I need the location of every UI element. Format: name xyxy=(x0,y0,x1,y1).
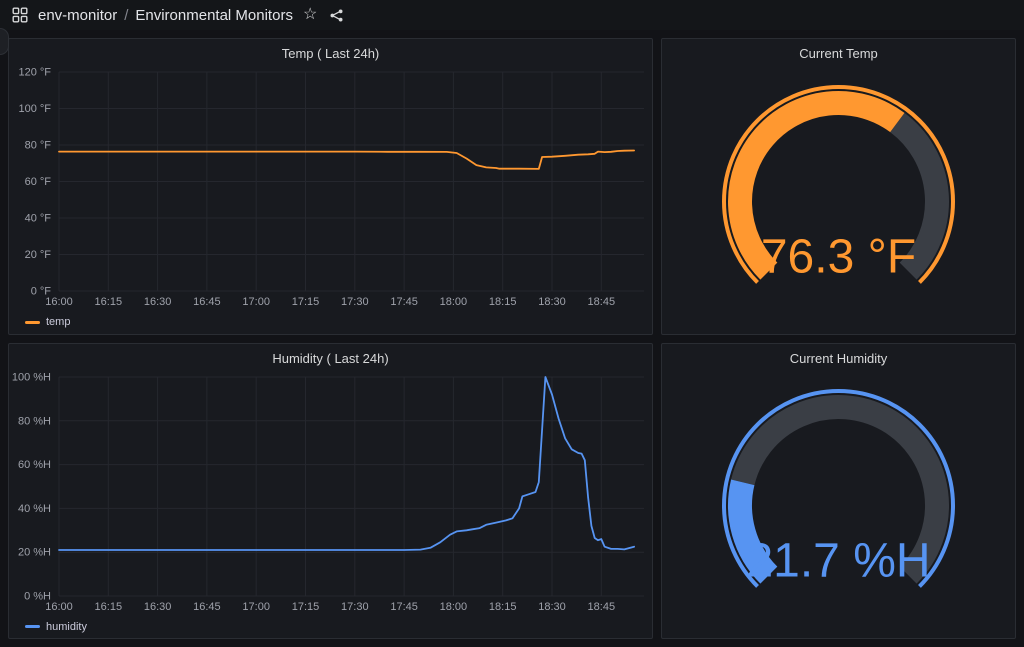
svg-text:18:30: 18:30 xyxy=(538,601,566,613)
dashboard-grid: Temp ( Last 24h) 0 °F20 °F40 °F60 °F80 °… xyxy=(0,30,1024,647)
svg-text:17:00: 17:00 xyxy=(242,296,270,308)
svg-text:17:00: 17:00 xyxy=(242,601,270,613)
share-icon-glyph xyxy=(329,8,344,23)
svg-text:17:30: 17:30 xyxy=(341,296,369,308)
panel-title-humidity-series: Humidity ( Last 24h) xyxy=(9,344,652,369)
temp-chart-canvas[interactable]: 0 °F20 °F40 °F60 °F80 °F100 °F120 °F16:0… xyxy=(9,64,652,316)
star-icon-glyph: ☆ xyxy=(303,7,317,23)
legend-label-humidity: humidity xyxy=(46,621,87,633)
svg-text:16:30: 16:30 xyxy=(144,601,172,613)
humidity-gauge: 21.7 %H xyxy=(662,369,1015,638)
svg-text:21.7 %H: 21.7 %H xyxy=(746,535,930,588)
svg-text:120 °F: 120 °F xyxy=(18,67,51,79)
svg-text:17:15: 17:15 xyxy=(292,601,320,613)
temp-gauge: 76.3 °F xyxy=(662,65,1015,334)
svg-text:16:00: 16:00 xyxy=(45,296,73,308)
svg-text:17:15: 17:15 xyxy=(292,296,320,308)
legend-item-humidity[interactable]: humidity xyxy=(25,621,87,633)
svg-text:100 %H: 100 %H xyxy=(12,371,51,383)
legend-label-temp: temp xyxy=(46,316,70,328)
svg-text:20 °F: 20 °F xyxy=(25,249,52,261)
svg-text:16:45: 16:45 xyxy=(193,601,221,613)
apps-grid-icon[interactable] xyxy=(10,5,30,25)
svg-text:60 °F: 60 °F xyxy=(25,176,52,188)
breadcrumb-separator: / xyxy=(124,7,128,24)
panel-title-current-humidity: Current Humidity xyxy=(662,344,1015,370)
panel-title-current-temp: Current Temp xyxy=(662,39,1015,65)
svg-text:16:15: 16:15 xyxy=(95,296,123,308)
svg-text:80 %H: 80 %H xyxy=(18,415,51,427)
svg-text:40 °F: 40 °F xyxy=(25,213,52,225)
svg-text:18:45: 18:45 xyxy=(588,296,616,308)
svg-text:76.3 °F: 76.3 °F xyxy=(761,230,916,283)
svg-text:17:30: 17:30 xyxy=(341,601,369,613)
svg-text:18:30: 18:30 xyxy=(538,296,566,308)
panel-humidity-timeseries: Humidity ( Last 24h) 0 %H20 %H40 %H60 %H… xyxy=(8,343,653,640)
svg-text:18:00: 18:00 xyxy=(440,296,468,308)
svg-text:17:45: 17:45 xyxy=(390,296,418,308)
share-icon[interactable] xyxy=(327,6,346,25)
svg-text:16:15: 16:15 xyxy=(95,601,123,613)
legend-item-temp[interactable]: temp xyxy=(25,316,70,328)
svg-text:18:45: 18:45 xyxy=(588,601,616,613)
legend-color-chip-temp xyxy=(25,321,40,324)
breadcrumb-folder[interactable]: env-monitor xyxy=(38,7,117,24)
svg-text:16:30: 16:30 xyxy=(144,296,172,308)
temp-chart-legend: temp xyxy=(9,316,652,334)
humidity-chart-canvas[interactable]: 0 %H20 %H40 %H60 %H80 %H100 %H16:0016:15… xyxy=(9,369,652,621)
legend-color-chip-humidity xyxy=(25,625,40,628)
panel-current-humidity: Current Humidity 21.7 %H xyxy=(661,343,1016,640)
breadcrumb: env-monitor / Environmental Monitors xyxy=(38,7,293,24)
panel-title-temp-series: Temp ( Last 24h) xyxy=(9,39,652,64)
top-bar: env-monitor / Environmental Monitors ☆ xyxy=(0,0,1024,30)
svg-text:80 °F: 80 °F xyxy=(25,140,52,152)
svg-text:20 %H: 20 %H xyxy=(18,546,51,558)
breadcrumb-dashboard-title[interactable]: Environmental Monitors xyxy=(135,7,293,24)
svg-text:60 %H: 60 %H xyxy=(18,459,51,471)
panel-temp-timeseries: Temp ( Last 24h) 0 °F20 °F40 °F60 °F80 °… xyxy=(8,38,653,335)
apps-grid-icon-glyph xyxy=(12,7,28,23)
humidity-chart-legend: humidity xyxy=(9,621,652,639)
svg-text:17:45: 17:45 xyxy=(390,601,418,613)
svg-text:16:45: 16:45 xyxy=(193,296,221,308)
panel-current-temp: Current Temp 76.3 °F xyxy=(661,38,1016,335)
svg-text:16:00: 16:00 xyxy=(45,601,73,613)
svg-text:18:00: 18:00 xyxy=(440,601,468,613)
svg-text:18:15: 18:15 xyxy=(489,601,517,613)
star-icon[interactable]: ☆ xyxy=(301,5,319,25)
svg-text:40 %H: 40 %H xyxy=(18,502,51,514)
svg-text:18:15: 18:15 xyxy=(489,296,517,308)
svg-text:100 °F: 100 °F xyxy=(18,103,51,115)
